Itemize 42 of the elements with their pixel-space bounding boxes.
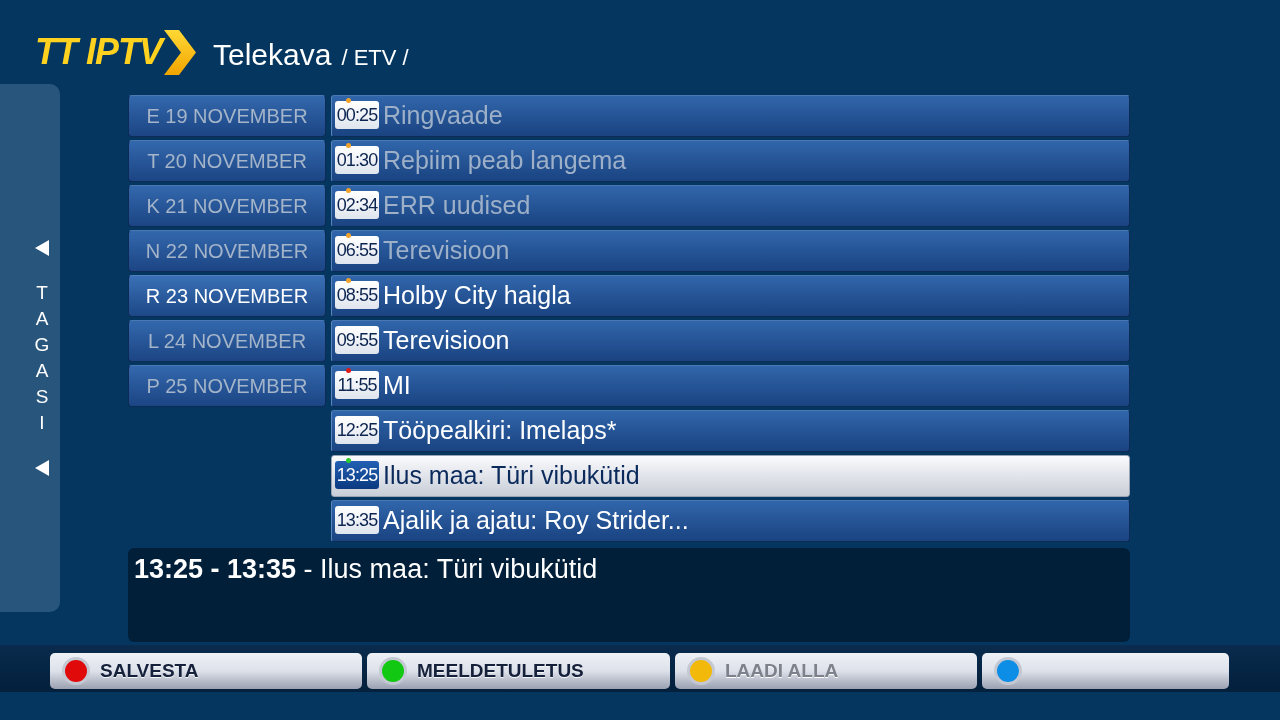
program-title: Ringvaade — [383, 101, 503, 129]
start-time-badge: 13:25 — [335, 461, 379, 489]
program-title: ERR uudised — [383, 191, 531, 219]
start-time-badge: 13:35 — [335, 506, 379, 534]
program-row[interactable]: 00:25 Ringvaade — [331, 95, 1130, 137]
start-time-badge: 11:55 — [335, 371, 379, 399]
program-title: Ilus maa: Türi vibukütid — [383, 461, 640, 489]
start-time-badge: 00:25 — [335, 101, 379, 129]
program-row[interactable]: 12:25 Tööpealkiri: Imelaps* — [331, 410, 1130, 452]
program-row[interactable]: 13:25 Ilus maa: Türi vibukütid — [331, 455, 1130, 497]
start-time-badge: 12:25 — [335, 416, 379, 444]
triangle-left-icon — [35, 460, 49, 476]
program-row[interactable]: 02:34 ERR uudised — [331, 185, 1130, 227]
start-time-badge: 09:55 — [335, 326, 379, 354]
day-button[interactable]: R 23 NOVEMBER — [128, 275, 326, 317]
day-button[interactable]: L 24 NOVEMBER — [128, 320, 326, 362]
program-row[interactable]: 08:55 Holby City haigla — [331, 275, 1130, 317]
program-title: Reþiim peab langema — [383, 146, 627, 174]
back-sidebar[interactable]: TAGASI — [0, 84, 60, 612]
program-title: Ajalik ja ajatu: Roy Strider... — [383, 506, 689, 534]
start-time-badge: 08:55 — [335, 281, 379, 309]
action-button[interactable] — [982, 653, 1229, 689]
program-title: Terevisioon — [383, 326, 510, 354]
page-title: Telekava — [213, 40, 332, 70]
start-time-badge: 01:30 — [335, 146, 379, 174]
program-title: MI — [383, 371, 411, 399]
action-button[interactable]: SALVESTA — [50, 653, 362, 689]
chevron-icon — [164, 29, 196, 75]
program-summary: 13:25 - 13:35 - Ilus maa: Türi vibukütid — [134, 553, 598, 585]
program-row[interactable]: 09:55 Terevisioon — [331, 320, 1130, 362]
channel-breadcrumb: / ETV / — [341, 47, 409, 69]
action-button[interactable]: MEELDETULETUS — [367, 653, 670, 689]
triangle-left-icon — [35, 240, 49, 256]
program-row[interactable]: 06:55 Terevisioon — [331, 230, 1130, 272]
program-title: Tööpealkiri: Imelaps* — [383, 416, 617, 444]
program-row[interactable]: 01:30 Reþiim peab langema — [331, 140, 1130, 182]
program-row[interactable]: 13:35 Ajalik ja ajatu: Roy Strider... — [331, 500, 1130, 542]
program-title: Terevisioon — [383, 236, 510, 264]
start-time-badge: 06:55 — [335, 236, 379, 264]
start-time-badge: 02:34 — [335, 191, 379, 219]
program-title: Holby City haigla — [383, 281, 571, 309]
program-row[interactable]: 11:55 MI — [331, 365, 1130, 407]
